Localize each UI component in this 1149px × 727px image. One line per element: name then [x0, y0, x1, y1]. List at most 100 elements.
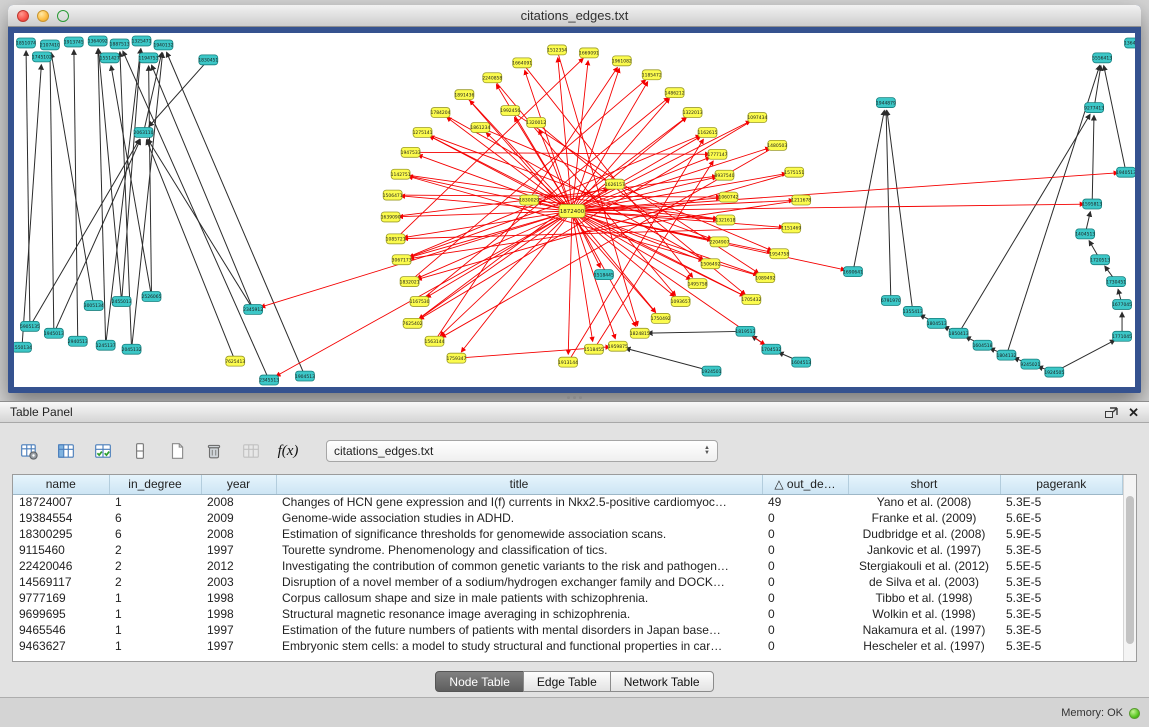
graph-node[interactable]: 1480503	[767, 140, 787, 150]
graph-node[interactable]: 2940513	[68, 336, 88, 346]
graph-node[interactable]: 1819513	[735, 326, 755, 336]
graph-node[interactable]: 8937540	[715, 170, 735, 180]
graph-node[interactable]: 1245137	[96, 340, 116, 350]
table-row[interactable]: 1872400712008Changes of HCN gene express…	[13, 494, 1123, 510]
graph-node[interactable]: 1904513	[295, 371, 315, 381]
delete-icon[interactable]	[199, 438, 229, 464]
graph-node[interactable]: 1954758	[769, 249, 789, 259]
column-header-year[interactable]: year	[201, 475, 276, 494]
graph-edge-black[interactable]	[146, 140, 235, 361]
graph-node[interactable]: 1518455	[584, 344, 604, 354]
graph-node[interactable]: 2204907	[710, 237, 730, 247]
graph-edge-red[interactable]	[419, 211, 572, 319]
graph-node[interactable]: 1913144	[558, 357, 578, 367]
float-panel-icon[interactable]	[1104, 405, 1118, 419]
window-titlebar[interactable]: citations_edges.txt	[8, 5, 1141, 27]
graph-node[interactable]: 1089492	[755, 273, 775, 283]
graph-node[interactable]: 1669091	[579, 48, 599, 58]
graph-node[interactable]: 9277413	[1084, 103, 1104, 113]
tab-node-table[interactable]: Node Table	[435, 671, 524, 692]
column-header-title[interactable]: title	[276, 475, 762, 494]
graph-node[interactable]: 1322013	[683, 108, 703, 118]
graph-node[interactable]: 1887513	[110, 39, 130, 49]
graph-node[interactable]: 1940132	[154, 40, 174, 50]
graph-node[interactable]: 1604518	[973, 340, 993, 350]
select-columns-icon[interactable]	[51, 438, 81, 464]
graph-edge-black[interactable]	[1104, 66, 1126, 173]
column-header-name[interactable]: name	[13, 475, 109, 494]
graph-node[interactable]: 1720513	[1090, 255, 1110, 265]
graph-node[interactable]: 2526065	[142, 292, 162, 302]
graph-edge-black[interactable]	[74, 50, 78, 341]
graph-node[interactable]: 1364092	[88, 36, 108, 46]
graph-node[interactable]: 1506492	[701, 259, 721, 269]
graph-node[interactable]: 1730451	[1106, 277, 1126, 287]
graph-node[interactable]: 2045132	[122, 344, 142, 354]
graph-node[interactable]: 1097434	[747, 113, 767, 123]
graph-node[interactable]: 1777147	[708, 149, 728, 159]
graph-node[interactable]: 1518445	[594, 270, 614, 280]
graph-node[interactable]: 1162615	[698, 127, 718, 137]
graph-node[interactable]: 9245021	[1020, 359, 1040, 369]
graph-node[interactable]: 1830451	[198, 55, 218, 65]
graph-edge-red[interactable]	[276, 211, 572, 376]
graph-node[interactable]: 1913745	[64, 37, 84, 47]
graph-edge-red[interactable]	[461, 211, 572, 352]
graph-node[interactable]: 3005134	[84, 300, 104, 310]
graph-node[interactable]: 1945013	[44, 328, 64, 338]
graph-node[interactable]: 1355413	[903, 306, 923, 316]
close-window-button[interactable]	[17, 10, 29, 22]
graph-node[interactable]: 1321618	[715, 215, 735, 225]
column-header-short[interactable]: short	[848, 475, 1000, 494]
graph-node[interactable]: 1824815	[630, 328, 650, 338]
graph-node[interactable]: 1275141	[413, 127, 433, 137]
graph-edge-black[interactable]	[1054, 340, 1115, 372]
table-row[interactable]: 1938455462009Genome-wide association stu…	[13, 510, 1123, 526]
graph-node[interactable]: 6791970	[881, 296, 901, 306]
graph-node[interactable]: 1750492	[651, 313, 671, 323]
graph-node[interactable]: 1924501	[702, 366, 722, 376]
panel-resize-handle[interactable]	[562, 395, 586, 400]
graph-node[interactable]: 1677045	[1112, 299, 1132, 309]
table-scrollbar-thumb[interactable]	[1126, 496, 1134, 644]
tab-network-table[interactable]: Network Table	[610, 671, 714, 692]
table-row[interactable]: 946554611997Estimation of the future num…	[13, 622, 1123, 638]
graph-node[interactable]: 1959875	[608, 341, 628, 351]
graph-node[interactable]: 2345513	[259, 375, 279, 385]
column-header-out_degree[interactable]: △ out_de…	[762, 475, 848, 494]
graph-node[interactable]: 1961082	[612, 56, 632, 66]
graph-node[interactable]: 1563144	[425, 336, 445, 346]
graph-node[interactable]: 1832021	[400, 277, 420, 287]
table-row[interactable]: 946362711997Embryonic stem cells: a mode…	[13, 638, 1123, 654]
graph-node[interactable]: 1639090	[381, 212, 401, 222]
table-select-dropdown[interactable]: citations_edges.txt ▲▼	[326, 440, 718, 462]
graph-node[interactable]: 1325471	[132, 36, 152, 46]
graph-node[interactable]: 7625413	[225, 356, 245, 366]
graph-node[interactable]: 1506471	[383, 190, 403, 200]
graph-edge-black[interactable]	[132, 53, 163, 349]
graph-node[interactable]: 1142751	[391, 169, 411, 179]
graph-node[interactable]: 1924505	[1044, 367, 1064, 377]
graph-node[interactable]: 1861234	[470, 122, 490, 132]
edit-columns-icon[interactable]	[88, 438, 118, 464]
graph-node[interactable]: 1850413	[949, 328, 969, 338]
graph-node[interactable]: 1891436	[454, 90, 474, 100]
graph-node[interactable]: 1940513	[1116, 167, 1135, 177]
graph-edge-red[interactable]	[404, 228, 792, 239]
graph-node[interactable]: 2240858	[482, 73, 502, 83]
graph-edge-black[interactable]	[648, 331, 746, 333]
graph-node[interactable]: 2345912	[243, 304, 263, 314]
table-row[interactable]: 1456911722003Disruption of a novel membe…	[13, 574, 1123, 590]
network-canvas[interactable]: 1872400151235416640912240858189143617842…	[14, 33, 1135, 387]
graph-edge-black[interactable]	[626, 348, 712, 371]
import-table-icon[interactable]	[236, 438, 266, 464]
graph-edge-black[interactable]	[51, 53, 94, 306]
table-row[interactable]: 2242004622012Investigating the contribut…	[13, 558, 1123, 574]
graph-node[interactable]: 1550134	[14, 342, 32, 352]
graph-node[interactable]: 1784204	[431, 108, 451, 118]
table-row[interactable]: 977716911998Corpus callosum shape and si…	[13, 590, 1123, 606]
tab-edge-table[interactable]: Edge Table	[523, 671, 611, 692]
graph-node[interactable]: 1804132	[996, 350, 1016, 360]
graph-edge-black[interactable]	[1092, 116, 1094, 205]
graph-node[interactable]: 1211678	[791, 195, 811, 205]
